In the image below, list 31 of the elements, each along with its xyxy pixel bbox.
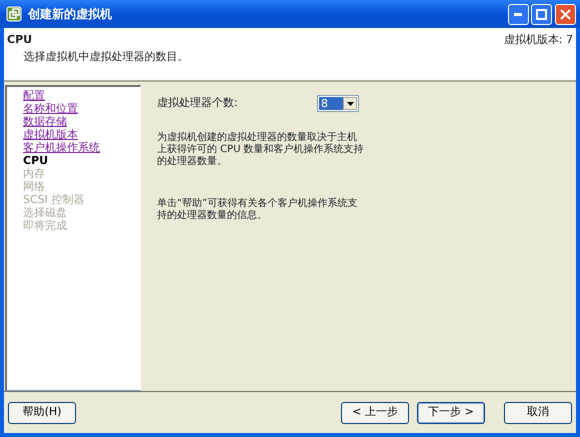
step-label: SCSI 控制器: [23, 193, 86, 206]
step-link[interactable]: 虚拟机版本: [23, 128, 140, 141]
step-label: 选择磁盘: [23, 206, 68, 219]
close-button[interactable]: [555, 4, 576, 24]
step-label: CPU: [23, 154, 50, 167]
next-button[interactable]: 下一步 >: [417, 402, 485, 424]
step-link[interactable]: 名称和位置: [23, 102, 140, 115]
step-label: 网络: [23, 180, 46, 193]
info-text: 为虚拟机创建的虚拟处理器的数量取决于主机上获得许可的 CPU 数量和客户机操作系统支持的处理器数量。: [157, 132, 365, 168]
step-link[interactable]: 数据存储: [23, 115, 140, 128]
minimize-button[interactable]: [508, 4, 528, 24]
cpu-count-label: 虚拟处理器个数:: [157, 95, 239, 112]
page-title: CPU: [7, 32, 34, 48]
step-link[interactable]: 配置: [23, 89, 140, 102]
caret-icon: [346, 102, 354, 106]
step-label: 内存: [23, 167, 46, 180]
maximize-button[interactable]: [531, 4, 552, 24]
close-icon: [560, 8, 571, 20]
app-icon: [6, 6, 22, 22]
maximize-icon: [536, 8, 548, 20]
page-subtitle: 选择虚拟机中虚拟处理器的数目。: [22, 48, 188, 64]
step-label: 即将完成: [23, 219, 68, 232]
step-link[interactable]: 客户机操作系统: [23, 141, 140, 154]
window-title: 创建新的虚拟机: [28, 6, 112, 23]
cpu-count-dropdown[interactable]: 8: [317, 95, 359, 112]
cancel-button[interactable]: 取消: [504, 402, 572, 424]
info-text: 单击“帮助”可获得有关各个客户机操作系统支持的处理器数量的信息。: [157, 198, 358, 222]
minimize-icon: [514, 12, 522, 16]
help-button[interactable]: 帮助(H): [8, 402, 76, 424]
version-label: 虚拟机版本: 7: [504, 32, 573, 48]
back-button[interactable]: < 上一步: [341, 402, 409, 424]
